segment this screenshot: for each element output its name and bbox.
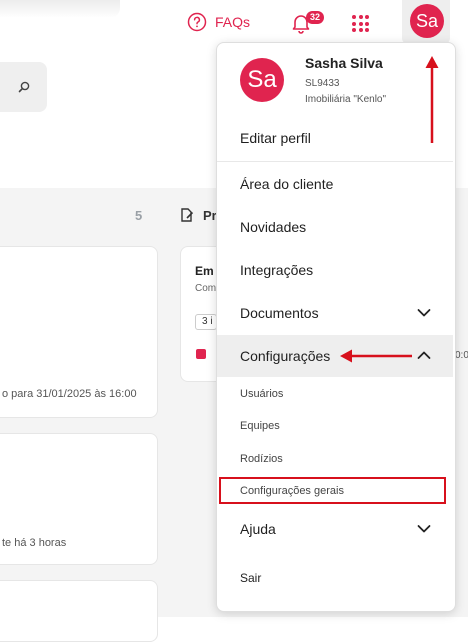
- menu-divider: [217, 161, 453, 162]
- top-bar-fade: [0, 0, 120, 18]
- menu-item-integrations[interactable]: Integrações: [240, 262, 313, 278]
- card-updated-text: te há 3 horas: [2, 537, 67, 549]
- chevron-down-icon[interactable]: [417, 524, 431, 534]
- card-chip: 3 i: [195, 314, 217, 330]
- card-due-text: o para 31/01/2025 às 16:00: [2, 388, 137, 400]
- edit-document-icon: [181, 208, 194, 222]
- chevron-down-icon[interactable]: [417, 308, 431, 318]
- column-count: 5: [135, 208, 143, 223]
- menu-item-settings[interactable]: Configurações: [240, 348, 330, 364]
- menu-item-help[interactable]: Ajuda: [240, 521, 276, 537]
- notification-badge: 32: [306, 11, 325, 24]
- column-title: Pr: [203, 208, 217, 223]
- user-id: SL9433: [305, 78, 340, 89]
- edit-profile-link[interactable]: Editar perfil: [240, 130, 311, 146]
- menu-item-client-area[interactable]: Área do cliente: [240, 176, 333, 192]
- question-circle-icon: [187, 12, 207, 32]
- search-icon[interactable]: [17, 80, 31, 94]
- avatar[interactable]: Sa: [410, 4, 444, 38]
- submenu-item-teams[interactable]: Equipes: [240, 420, 280, 432]
- menu-item-documents[interactable]: Documentos: [240, 305, 319, 321]
- highlight-box: [219, 477, 446, 504]
- task-card[interactable]: [0, 580, 158, 642]
- card-subtitle: Com: [195, 283, 217, 294]
- submenu-item-users[interactable]: Usuários: [240, 388, 283, 400]
- faq-label: FAQs: [215, 14, 251, 30]
- calendar-icon: [196, 349, 206, 359]
- user-name: Sasha Silva: [305, 55, 383, 71]
- user-organization: Imobiliária "Kenlo": [305, 94, 387, 105]
- card-title: Em: [195, 264, 214, 278]
- menu-item-news[interactable]: Novidades: [240, 219, 306, 235]
- submenu-item-rotations[interactable]: Rodízios: [240, 453, 283, 465]
- logout-link[interactable]: Sair: [240, 571, 261, 585]
- user-menu-avatar: Sa: [240, 58, 284, 102]
- chevron-up-icon[interactable]: [417, 350, 431, 360]
- card-time: 0:0: [455, 350, 468, 361]
- apps-grid-icon[interactable]: [352, 15, 369, 32]
- faq-link[interactable]: FAQs: [187, 12, 250, 32]
